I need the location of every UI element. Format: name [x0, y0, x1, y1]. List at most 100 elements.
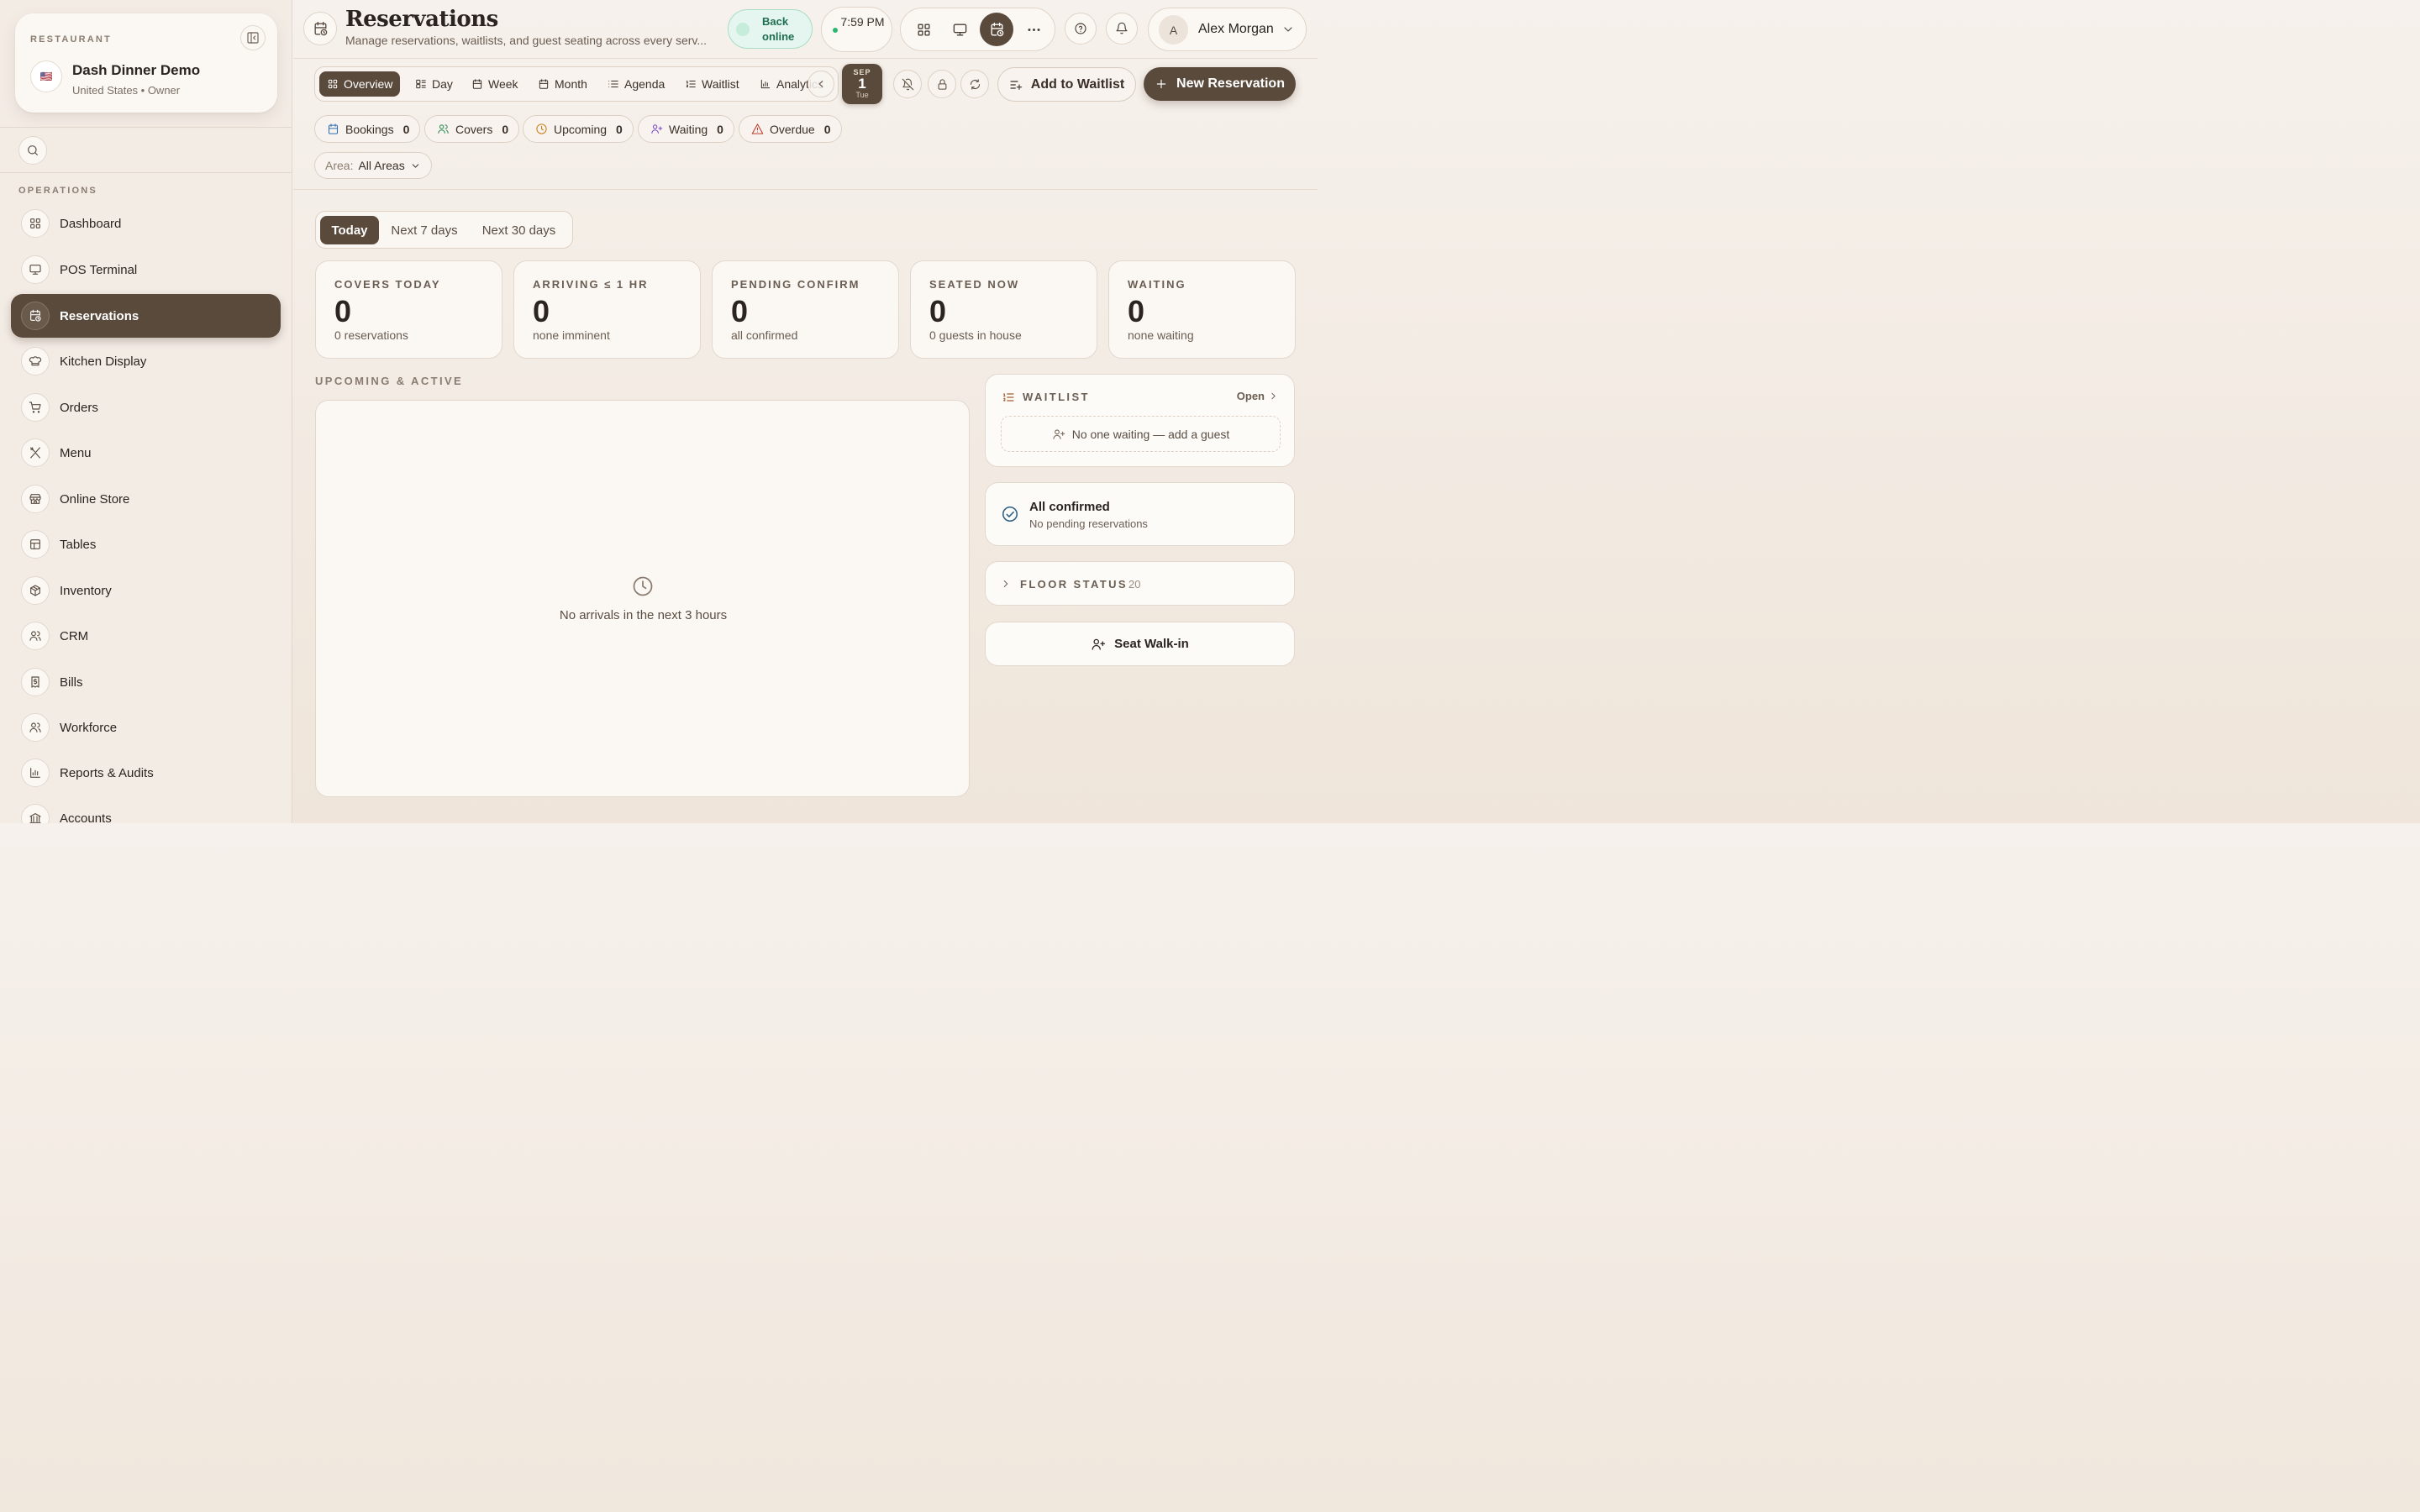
lock-icon — [938, 78, 946, 90]
stat-value: 0 — [1128, 294, 1145, 328]
waitlist-open-link[interactable]: Open — [1237, 390, 1279, 402]
stat-subtext: 0 guests in house — [929, 328, 1022, 342]
sidebar-item-kitchen-display[interactable]: Kitchen Display — [11, 339, 281, 383]
sidebar-item-crm[interactable]: CRM — [11, 614, 281, 658]
floor-status-toggle[interactable]: FLOOR STATUS 20 — [985, 561, 1295, 606]
sidebar-item-label: Reservations — [60, 308, 139, 323]
sidebar-item-workforce[interactable]: Workforce — [11, 706, 281, 749]
sidebar-item-label: Orders — [60, 400, 98, 415]
bar-chart-icon — [30, 768, 40, 778]
sidebar-item-label: Bills — [60, 675, 83, 690]
add-guest-button[interactable]: No one waiting — add a guest — [1001, 416, 1281, 452]
sidebar-item-accounts[interactable]: Accounts — [11, 796, 281, 823]
date-picker-button[interactable]: SEP 1 Tue — [842, 64, 882, 104]
sidebar-item-reports-audits[interactable]: Reports & Audits — [11, 751, 281, 795]
area-filter-label: Area: — [325, 159, 354, 172]
tabs-scroll-left-button[interactable] — [808, 71, 834, 97]
stat-card-pending-confirm: PENDING CONFIRM 0 all confirmed — [712, 260, 899, 359]
chip-count: 0 — [402, 122, 410, 136]
notifications-button[interactable] — [1106, 13, 1138, 45]
sidebar-item-inventory[interactable]: Inventory — [11, 569, 281, 612]
alert-triangle-icon — [751, 123, 764, 134]
monitor-icon — [953, 23, 966, 36]
chip-count: 0 — [823, 122, 831, 136]
covers-chip[interactable]: Covers 0 — [424, 115, 520, 143]
reservations-switch-button[interactable] — [980, 13, 1013, 46]
area-filter-select[interactable]: Area: All Areas — [314, 152, 432, 179]
sidebar-item-online-store[interactable]: Online Store — [11, 477, 281, 521]
grid-icon — [328, 79, 338, 89]
sidebar-item-dashboard[interactable]: Dashboard — [11, 202, 281, 245]
confirmation-title: All confirmed — [1029, 500, 1110, 514]
table-icon — [30, 539, 40, 549]
sidebar-item-label: Tables — [60, 537, 97, 552]
bookings-chip[interactable]: Bookings 0 — [314, 115, 421, 143]
help-button[interactable] — [1065, 13, 1097, 45]
tab-agenda[interactable]: Agenda — [600, 71, 672, 97]
sidebar-item-tables[interactable]: Tables — [11, 522, 281, 566]
stat-label: SEATED NOW — [929, 278, 1020, 291]
chip-label: Overdue — [770, 122, 815, 136]
refresh-button[interactable] — [960, 70, 989, 98]
sidebar-item-orders[interactable]: Orders — [11, 386, 281, 429]
layout-list-icon — [416, 79, 426, 89]
chip-label: Covers — [455, 122, 493, 136]
restaurant-card[interactable]: RESTAURANT 🇺🇸 Dash Dinner Demo United St… — [15, 13, 277, 113]
upcoming-chip[interactable]: Upcoming 0 — [523, 115, 634, 143]
bar-chart-icon — [760, 79, 771, 89]
new-reservation-button[interactable]: New Reservation — [1144, 67, 1296, 101]
more-button[interactable] — [1017, 13, 1050, 46]
receipt-icon — [31, 676, 39, 688]
range-next-30-days[interactable]: Next 30 days — [471, 216, 567, 244]
bell-icon — [1116, 22, 1128, 34]
more-horizontal-icon — [1027, 28, 1040, 31]
stat-label: COVERS TODAY — [334, 278, 441, 291]
calendar-clock-icon — [313, 21, 327, 35]
overdue-chip[interactable]: Overdue 0 — [739, 115, 842, 143]
mute-alerts-button[interactable] — [893, 70, 922, 98]
tab-label: Agenda — [624, 77, 666, 91]
chevron-down-icon — [1284, 27, 1292, 32]
divider — [293, 189, 1318, 190]
add-to-waitlist-button[interactable]: Add to Waitlist — [997, 67, 1136, 102]
status-text: Back online — [762, 15, 795, 43]
tab-month[interactable]: Month — [530, 71, 595, 97]
seat-walk-in-button[interactable]: Seat Walk-in — [985, 622, 1295, 666]
new-reservation-label: New Reservation — [1176, 76, 1285, 91]
sidebar-item-pos-terminal[interactable]: POS Terminal — [11, 248, 281, 291]
range-next-7-days[interactable]: Next 7 days — [383, 216, 466, 244]
panel-left-icon — [247, 32, 259, 44]
lock-button[interactable] — [928, 70, 956, 98]
pos-switch-button[interactable] — [943, 13, 976, 46]
sidebar-item-menu[interactable]: Menu — [11, 431, 281, 475]
tab-overview[interactable]: Overview — [319, 71, 401, 97]
tab-waitlist[interactable]: Waitlist — [677, 71, 747, 97]
list-icon — [608, 81, 618, 87]
sidebar-item-bills[interactable]: Bills — [11, 660, 281, 704]
waiting-chip[interactable]: Waiting 0 — [638, 115, 734, 143]
sidebar-item-reservations[interactable]: Reservations — [11, 294, 281, 338]
dashboard-switch-button[interactable] — [907, 13, 940, 46]
tab-day[interactable]: Day — [408, 71, 460, 97]
tab-week[interactable]: Week — [464, 71, 526, 97]
range-today[interactable]: Today — [320, 216, 379, 244]
restaurant-name: Dash Dinner Demo — [72, 62, 201, 78]
upcoming-section-title: UPCOMING & ACTIVE — [315, 375, 464, 387]
collapse-sidebar-button[interactable] — [240, 25, 266, 50]
list-plus-icon — [1010, 80, 1023, 90]
page-icon — [303, 12, 337, 45]
chevron-right-icon — [1271, 392, 1276, 400]
sidebar-item-label: Dashboard — [60, 216, 122, 231]
search-button[interactable] — [18, 136, 47, 165]
chevron-left-icon — [818, 81, 823, 87]
stat-card-seated-now: SEATED NOW 0 0 guests in house — [910, 260, 1097, 359]
sidebar-item-label: POS Terminal — [60, 262, 138, 277]
refresh-icon — [970, 78, 980, 90]
clock-display: 7:59 PM — [821, 7, 892, 52]
date-weekday: Tue — [855, 91, 869, 99]
user-menu[interactable]: A Alex Morgan — [1148, 8, 1307, 51]
calendar-icon — [539, 79, 549, 89]
sidebar-item-label: Menu — [60, 445, 92, 460]
sidebar-item-label: CRM — [60, 628, 89, 643]
user-plus-icon — [1053, 428, 1065, 439]
